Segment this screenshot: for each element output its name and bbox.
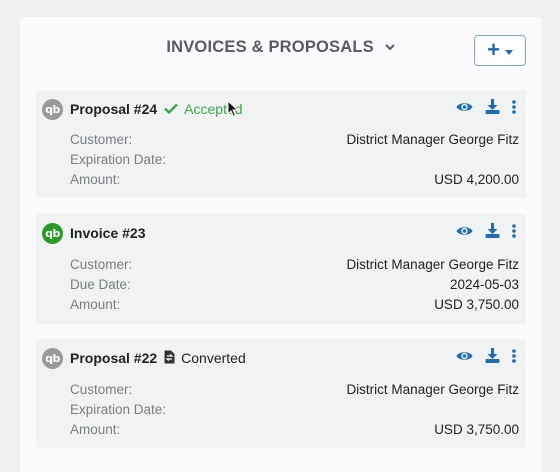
detail-value: District Manager George Fitz [346,257,519,272]
card-actions [456,223,516,238]
status-badge: Converted [164,350,246,367]
card-details: Customer: District Manager George Fitz D… [70,255,519,315]
detail-label: Due Date: [70,277,131,292]
card-title[interactable]: Proposal #22 [70,350,157,366]
card-header: qb Invoice #23 [42,222,526,244]
eye-icon[interactable] [456,101,473,113]
card-actions [456,348,516,363]
card-title[interactable]: Proposal #24 [70,101,157,117]
eye-icon[interactable] [456,350,473,362]
detail-label: Expiration Date: [70,152,167,167]
eye-icon[interactable] [456,225,473,237]
detail-label: Amount: [70,297,121,312]
detail-label: Customer: [70,382,133,397]
detail-row: Expiration Date: [70,150,519,170]
checkmark-icon [164,101,179,117]
detail-row: Customer: District Manager George Fitz [70,380,519,400]
proposal-card[interactable]: qb Proposal #24 Accepted Customer: Distr… [36,90,526,198]
invoices-proposals-panel: INVOICES & PROPOSALS + qb Proposal #24 A… [20,17,541,472]
invoice-card[interactable]: qb Invoice #23 Customer: District Manage… [36,214,526,324]
card-title[interactable]: Invoice #23 [70,225,146,241]
proposal-card[interactable]: qb Proposal #22 Converted Customer: Dist… [36,339,526,448]
quickbooks-logo-icon: qb [42,222,63,244]
document-convert-icon [164,350,175,367]
detail-value: District Manager George Fitz [346,382,519,397]
detail-row: Customer: District Manager George Fitz [70,255,519,275]
detail-row: Due Date: 2024-05-03 [70,275,519,295]
add-new-button[interactable]: + [474,35,526,66]
kebab-menu-icon[interactable] [512,223,516,238]
card-header: qb Proposal #24 Accepted [42,98,526,120]
download-icon[interactable] [485,348,500,363]
detail-label: Customer: [70,132,133,147]
quickbooks-logo-icon: qb [42,347,63,369]
detail-value: USD 3,750.00 [434,422,519,437]
status-label: Converted [181,350,246,366]
download-icon[interactable] [485,223,500,238]
kebab-menu-icon[interactable] [512,348,516,363]
detail-label: Amount: [70,172,121,187]
detail-value: USD 4,200.00 [434,172,519,187]
detail-value: USD 3,750.00 [434,297,519,312]
card-actions [456,99,516,114]
download-icon[interactable] [485,99,500,114]
section-title-label[interactable]: INVOICES & PROPOSALS [166,38,374,56]
detail-label: Customer: [70,257,133,272]
detail-row: Expiration Date: [70,400,519,420]
detail-row: Amount: USD 3,750.00 [70,295,519,315]
card-header: qb Proposal #22 Converted [42,347,526,369]
detail-value: District Manager George Fitz [346,132,519,147]
plus-icon: + [487,36,500,62]
detail-label: Amount: [70,422,121,437]
quickbooks-logo-icon: qb [42,98,63,120]
section-title[interactable]: INVOICES & PROPOSALS [20,38,541,57]
card-details: Customer: District Manager George Fitz E… [70,130,519,190]
detail-value: 2024-05-03 [449,277,519,292]
detail-row: Amount: USD 3,750.00 [70,420,519,440]
chevron-down-icon[interactable] [384,37,395,56]
detail-row: Customer: District Manager George Fitz [70,130,519,150]
caret-down-icon [504,42,513,60]
kebab-menu-icon[interactable] [512,99,516,114]
mouse-pointer-icon [227,99,239,123]
detail-row: Amount: USD 4,200.00 [70,170,519,190]
detail-label: Expiration Date: [70,402,167,417]
card-details: Customer: District Manager George Fitz E… [70,380,519,440]
